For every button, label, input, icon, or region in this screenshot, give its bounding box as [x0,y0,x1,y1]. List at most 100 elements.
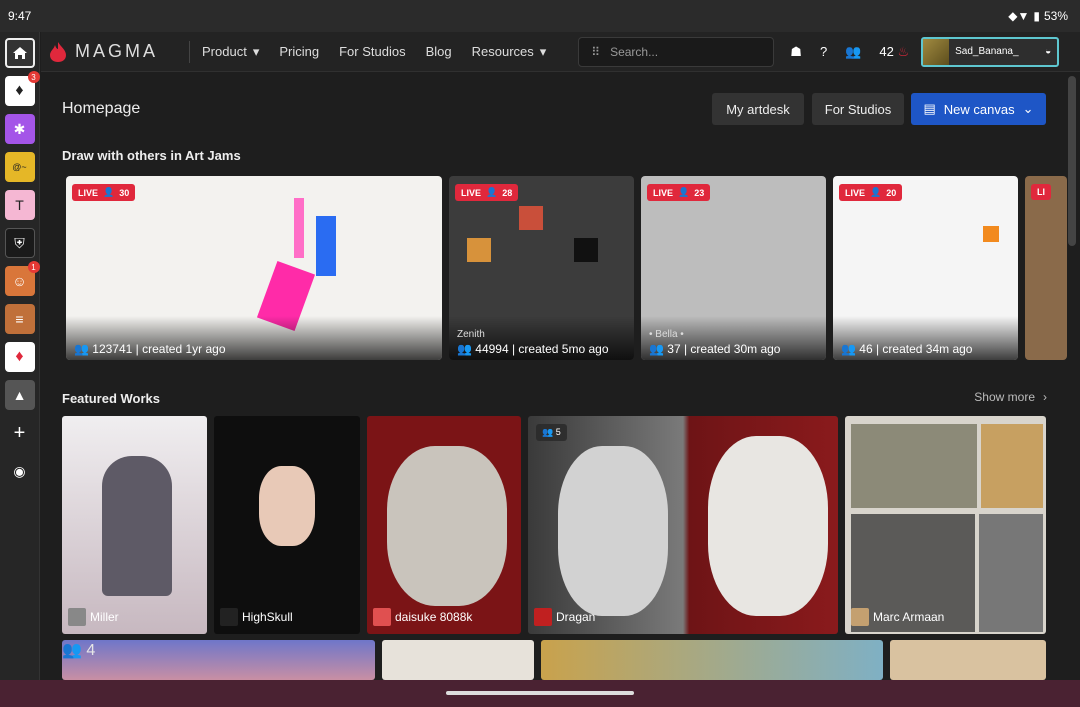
featured-works-title: Featured Works [62,391,161,406]
art-jam-card[interactable]: LIVE 👤 28 Zenith 👥 44994 | created 5mo ago [449,176,634,360]
live-label: LIVE [78,187,99,198]
jam-stats-text: 44994 | created 5mo ago [475,342,609,356]
featured-work-card[interactable]: Marc Armaan [845,416,1046,634]
nav-resources-label: Resources [471,44,534,59]
user-profile-button[interactable]: Sad_Banana_ ◒ [921,36,1060,67]
artwork-figure [387,446,507,606]
live-badge: LIVE 👤 20 [839,184,903,201]
live-count: 20 [886,187,897,198]
jam-stats: 👥 37 | created 30m ago [649,342,781,356]
layers-badge: 👥 5 [536,424,567,441]
flame-icon: ♨ [897,43,910,59]
featured-work-card[interactable] [382,640,534,680]
home-gesture-handle[interactable] [446,691,634,695]
brand-name: MAGMA [75,41,159,61]
nav-resources[interactable]: Resources ▾ [472,44,547,60]
avatar [923,38,950,65]
system-navigation-bar [0,680,1080,707]
featured-work-card[interactable] [541,640,883,680]
explore-button[interactable]: ◉ [5,456,35,486]
art-jam-card[interactable]: LI [1025,176,1067,360]
nav-product[interactable]: Product ▾ [202,44,259,60]
art-jam-card[interactable]: LIVE 👤 30 👥 123741 | created 1yr ago [66,176,442,360]
brand-logo[interactable]: MAGMA [41,41,181,63]
featured-work-card[interactable]: HighSkull [214,416,360,634]
help-icon[interactable]: ? [820,44,827,59]
sidebar-canvas-2[interactable]: ✱ [4,114,35,144]
jam-stats-text: 46 | created 34m ago [859,342,973,356]
tile-art [519,206,543,230]
canvas-thumb-icon: T [15,197,24,213]
nav-pricing[interactable]: Pricing [279,44,319,60]
chevron-down-icon: ▾ [252,43,260,59]
live-badge: LIVE 👤 28 [455,184,519,201]
cat-icon[interactable]: ☗ [790,44,802,60]
top-navigation: MAGMA Product ▾ Pricing For Studios Blog … [41,32,1080,72]
sketch-figure [316,216,336,276]
artwork-tile [981,424,1043,508]
globe-icon: ◉ [13,462,26,479]
home-icon [12,47,27,59]
sidebar-canvas-7[interactable]: ≡ [4,304,35,334]
live-label: LIVE [845,187,866,198]
shield-icon: ⛨ [14,234,25,251]
embers-counter[interactable]: 42 ♨ [879,44,909,60]
art-jam-card[interactable]: LIVE 👤 20 👥 46 | created 34m ago [833,176,1018,360]
featured-work-card[interactable]: 👥 4 [62,640,375,680]
featured-work-card[interactable]: daisuke 8088k [367,416,521,634]
live-label: LIVE [461,187,482,198]
sidebar-canvas-6[interactable]: ☺ 1 [4,261,40,296]
search-input[interactable]: ⠿ Search... [578,36,775,67]
plus-icon: + [13,421,26,444]
my-artdesk-button[interactable]: My artdesk [712,93,804,125]
artwork-author: HighSkull [220,608,293,626]
nav-for-studios[interactable]: For Studios [339,44,405,60]
jam-stats: 👥 44994 | created 5mo ago [457,342,609,356]
user-icon: 👤 [486,187,498,197]
sidebar-canvas-9[interactable]: ▲ [4,380,35,410]
new-canvas-button[interactable]: ▤ New canvas ⌄ [911,93,1046,125]
author-avatar [534,608,552,626]
level-icon: ◒ [1045,46,1052,57]
layers-badge: 👥 4 [62,642,96,659]
add-canvas-button[interactable]: + [5,418,35,448]
magma-flame-icon [50,41,66,62]
featured-work-card[interactable]: Miller [62,416,207,634]
sidebar-canvas-5[interactable]: ⛨ [4,228,35,258]
show-more-link[interactable]: Show more › [974,390,1047,404]
status-bar: 9:47 ◆▼ ▮ 53% [0,0,1080,32]
for-studios-button[interactable]: For Studios [812,93,904,125]
flame-icon: ♦ [15,82,24,99]
canvas-thumb-icon: ✱ [13,120,26,137]
home-button[interactable] [4,38,35,68]
art-jam-card[interactable]: LIVE 👤 23 • Bella • 👥 37 | created 30m ago [641,176,826,360]
chevron-down-icon: ▾ [539,43,547,59]
artwork-figure [708,436,828,616]
sidebar-canvas-1[interactable]: ♦ 3 [4,71,40,106]
nav-divider [189,40,190,63]
live-count: 23 [694,187,705,198]
tile-art [467,238,491,262]
featured-work-card[interactable] [890,640,1046,680]
friends-icon[interactable]: 👥 [845,44,861,60]
sidebar-canvas-8[interactable]: ♦ [4,342,35,372]
new-canvas-label: New canvas [943,101,1015,117]
artwork-author: Dragan [534,608,595,626]
sidebar-canvas-4[interactable]: T [4,190,35,220]
flame-icon: ♦ [15,348,24,365]
username: Sad_Banana_ [955,46,1019,57]
author-name: Marc Armaan [873,610,945,624]
sidebar-canvas-3[interactable]: @~ [4,152,35,182]
author-name: Miller [90,610,119,624]
nav-blog[interactable]: Blog [426,44,452,60]
author-avatar [373,608,391,626]
scrollbar[interactable] [1068,76,1076,246]
author-avatar [220,608,238,626]
featured-work-card[interactable]: 👥 5 Dragan [528,416,838,634]
chevron-right-icon: › [1043,390,1047,404]
artwork-author: Marc Armaan [851,608,944,626]
jam-footer: 👥 46 | created 34m ago [833,316,1018,360]
grid-icon: ⠿ [591,44,601,59]
canvas-thumb-icon: ≡ [15,311,24,327]
canvas-thumb-icon: @~ [12,162,27,172]
